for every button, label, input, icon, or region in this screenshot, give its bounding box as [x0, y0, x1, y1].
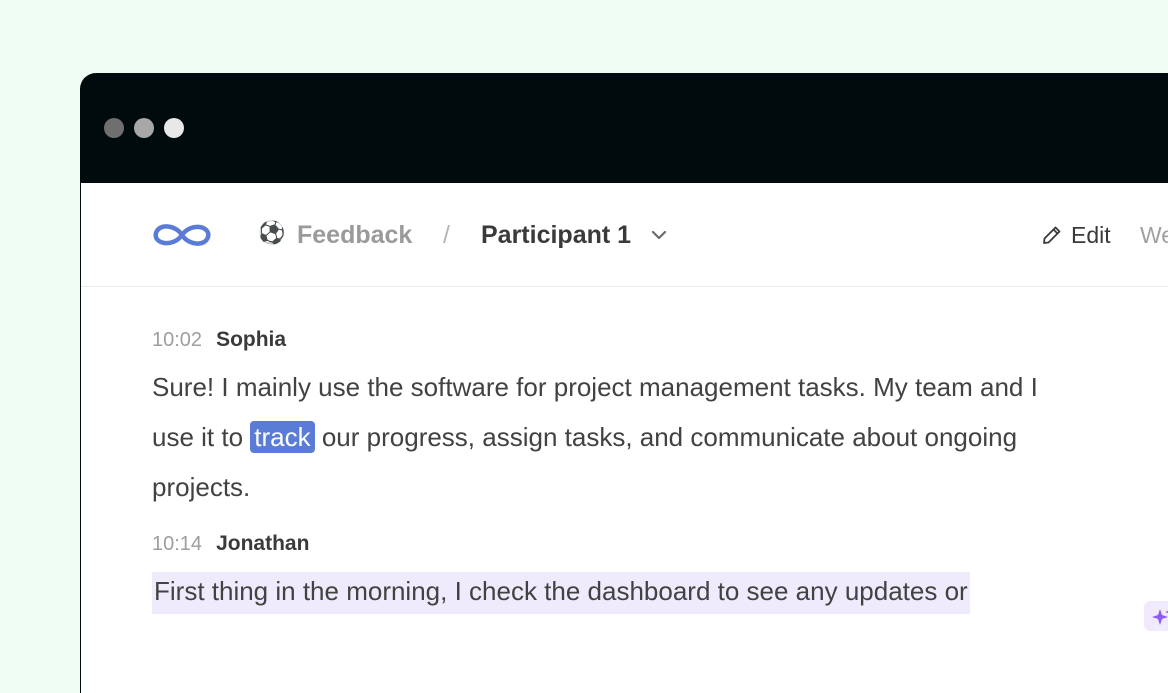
- project-emoji-icon: ⚽: [258, 220, 286, 245]
- highlighted-word[interactable]: track: [250, 421, 315, 453]
- chevron-down-icon[interactable]: [651, 229, 667, 241]
- entry-timestamp[interactable]: 10:14: [152, 533, 202, 556]
- breadcrumb-separator: /: [443, 221, 450, 249]
- window-titlebar: [80, 73, 1168, 183]
- entry-speaker: Jonathan: [216, 532, 310, 555]
- window-controls: [104, 118, 184, 138]
- breadcrumb-project[interactable]: Feedback: [297, 220, 412, 250]
- edit-button[interactable]: Edit: [1041, 221, 1111, 249]
- pencil-icon: [1043, 226, 1061, 244]
- transcript-entry: 10:02 Sophia Sure! I mainly use the soft…: [152, 328, 1082, 512]
- window-minimize-button[interactable]: [134, 118, 154, 138]
- entry-timestamp[interactable]: 10:02: [152, 329, 202, 352]
- ai-insight-badge[interactable]: [1144, 601, 1168, 631]
- page-toolbar: ⚽ Feedback / Participant 1 Edit We: [81, 183, 1168, 287]
- entry-meta: 10:14 Jonathan: [152, 532, 1082, 562]
- entry-meta: 10:02 Sophia: [152, 328, 1082, 358]
- window-close-button[interactable]: [104, 118, 124, 138]
- sparkle-icon: [1152, 609, 1168, 625]
- infinity-icon[interactable]: [151, 220, 213, 250]
- entry-speaker: Sophia: [216, 328, 287, 351]
- transcript: 10:02 Sophia Sure! I mainly use the soft…: [152, 328, 1082, 636]
- transcript-entry: 10:14 Jonathan First thing in the mornin…: [152, 532, 1082, 616]
- breadcrumb-current-page[interactable]: Participant 1: [481, 220, 631, 250]
- window-maximize-button[interactable]: [164, 118, 184, 138]
- highlighted-text: First thing in the morning, I check the …: [152, 572, 970, 614]
- entry-text[interactable]: Sure! I mainly use the software for proj…: [152, 362, 1082, 512]
- entry-text[interactable]: First thing in the morning, I check the …: [152, 566, 1082, 616]
- toolbar-truncated-item[interactable]: We: [1140, 221, 1168, 249]
- edit-button-label: Edit: [1071, 222, 1111, 248]
